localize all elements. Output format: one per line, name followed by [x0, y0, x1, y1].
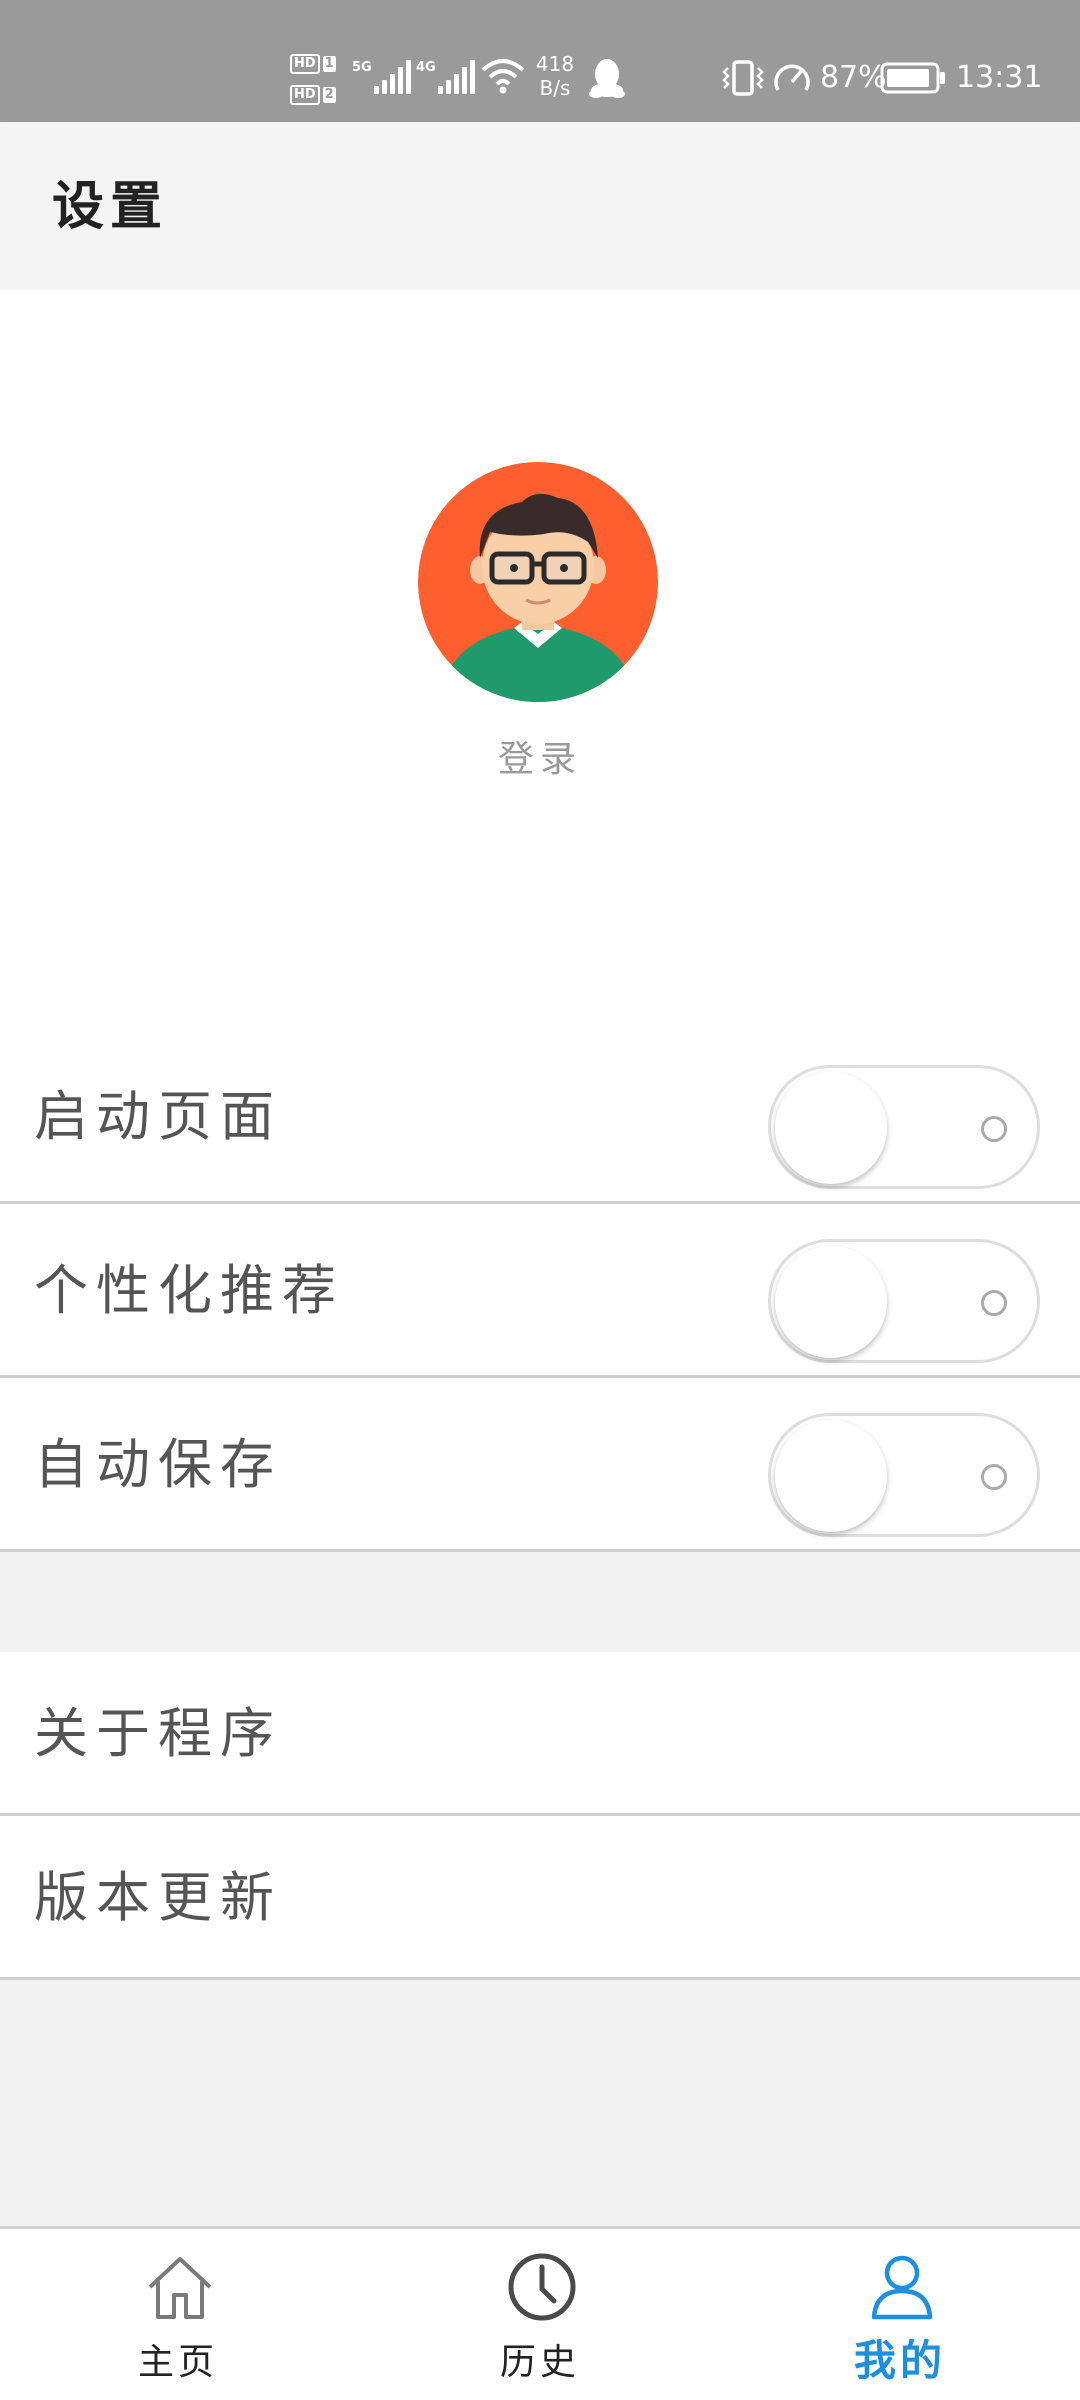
speed-gauge-icon: [774, 64, 810, 91]
bottom-nav: 主页 历史 我的: [0, 2226, 1080, 2400]
launch-page-toggle[interactable]: [768, 1065, 1040, 1189]
app-header: 设置: [0, 122, 1080, 290]
status-bar: HD 1 HD 2 5G 4G 418 B/s 87% 13:31: [0, 0, 1080, 122]
battery-percent: 87%: [820, 60, 887, 95]
home-icon: [148, 2257, 212, 2319]
clock-time: 13:31: [956, 60, 1043, 95]
about-app-row[interactable]: 关于程序: [0, 1652, 1080, 1816]
hd1-tag: HD: [290, 53, 320, 74]
avatar-illustration: [418, 462, 658, 702]
toggle-settings-list: 启动页面 个性化推荐 自动保存: [0, 1030, 1080, 1552]
auto-save-toggle[interactable]: [768, 1413, 1040, 1537]
vibrate-icon: [722, 60, 764, 96]
row-label: 版本更新: [34, 1866, 282, 1929]
toggle-knob: [775, 1072, 887, 1184]
profile-section: 登录: [0, 290, 1080, 1030]
qq-icon: [589, 59, 625, 98]
net-speed-unit: B/s: [539, 76, 571, 100]
battery-icon: [880, 62, 945, 94]
clock-icon: [508, 2253, 576, 2321]
setting-label: 启动页面: [34, 1085, 282, 1148]
hd-indicator: HD 1 HD 2: [290, 48, 342, 110]
toggle-off-indicator-icon: [981, 1290, 1007, 1316]
sim2-type: 4G: [416, 60, 436, 75]
login-link[interactable]: 登录: [0, 730, 1080, 782]
hd2-tag: HD: [290, 84, 320, 105]
nav-item-mine[interactable]: 我的: [800, 2229, 1000, 2400]
toggle-off-indicator-icon: [981, 1116, 1007, 1142]
avatar[interactable]: [418, 462, 658, 702]
nav-item-home[interactable]: 主页: [78, 2229, 278, 2400]
setting-row-auto-save: 自动保存: [0, 1378, 1080, 1552]
nav-item-history[interactable]: 历史: [440, 2229, 640, 2400]
info-links-list: 关于程序 版本更新: [0, 1652, 1080, 1980]
toggle-off-indicator-icon: [981, 1464, 1007, 1490]
setting-label: 自动保存: [34, 1433, 282, 1496]
toggle-knob: [775, 1420, 887, 1532]
toggle-knob: [775, 1246, 887, 1358]
nav-label: 我的: [853, 2336, 946, 2385]
setting-row-personalized-recommendation: 个性化推荐: [0, 1204, 1080, 1378]
signal-icon: 5G: [352, 58, 411, 94]
wifi-icon: [481, 59, 525, 94]
nav-label: 历史: [499, 2342, 580, 2383]
hd1-num: 1: [322, 55, 336, 72]
sim1-type: 5G: [352, 60, 372, 75]
hd2-num: 2: [322, 86, 336, 103]
page-title: 设置: [52, 177, 169, 237]
nav-label: 主页: [137, 2342, 218, 2383]
row-label: 关于程序: [34, 1702, 282, 1765]
user-icon: [871, 2255, 933, 2320]
net-speed-value: 418: [535, 52, 575, 76]
signal-icon: 4G: [416, 58, 475, 94]
setting-label: 个性化推荐: [34, 1259, 344, 1322]
version-update-row[interactable]: 版本更新: [0, 1816, 1080, 1980]
net-speed: 418 B/s: [530, 52, 580, 100]
personalized-recommendation-toggle[interactable]: [768, 1239, 1040, 1363]
setting-row-launch-page: 启动页面: [0, 1030, 1080, 1204]
